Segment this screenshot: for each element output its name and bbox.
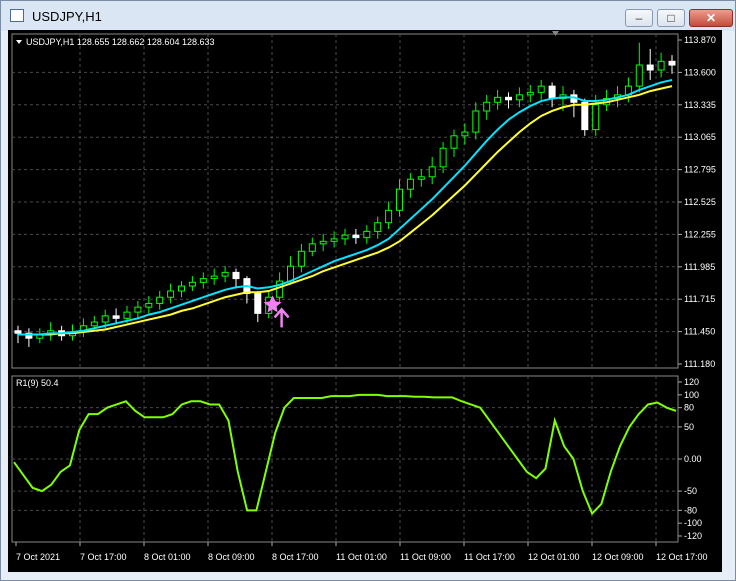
price-tick-label: 113.335	[684, 100, 716, 110]
time-tick-label: 8 Oct 09:00	[208, 552, 255, 562]
candle-body	[548, 85, 556, 100]
time-tick-label: 11 Oct 09:00	[400, 552, 451, 562]
minimize-button[interactable]: –	[625, 9, 653, 27]
price-tick-label: 111.180	[684, 359, 715, 369]
candle-body	[537, 85, 545, 93]
candle-body	[123, 311, 131, 319]
price-tick-label: 112.795	[684, 165, 716, 175]
candle-body	[178, 285, 185, 292]
price-tick-label: 111.985	[684, 262, 715, 272]
time-tick-label: 11 Oct 17:00	[464, 552, 515, 562]
price-chart[interactable]: 113.870 113.600 113.335 113.065 112.795 112.5…	[8, 30, 722, 572]
time-tick-label: 8 Oct 17:00	[272, 552, 319, 562]
price-tick-label: 111.450	[684, 327, 715, 337]
indicator-tick-label: -120	[684, 531, 702, 541]
candle-body	[254, 293, 262, 314]
candle-body	[101, 315, 109, 323]
candle-body	[428, 166, 436, 178]
price-tick-label: 113.065	[684, 132, 716, 142]
maximize-icon: □	[667, 11, 675, 25]
time-tick-label: 12 Oct 17:00	[656, 552, 708, 562]
candle-body	[668, 60, 676, 66]
candle-body	[657, 60, 665, 71]
candle-body	[483, 101, 491, 112]
candle-body	[635, 64, 643, 87]
minimize-icon: –	[635, 11, 643, 25]
candle-body	[156, 296, 164, 304]
window-title: USDJPY,H1	[32, 9, 102, 24]
candle-body	[385, 209, 393, 224]
candle-body	[145, 302, 153, 308]
title-bar[interactable]: USDJPY,H1 – □ ✕	[1, 1, 735, 31]
candle-body	[396, 188, 403, 211]
price-tick-label: 112.525	[684, 197, 716, 207]
indicator-panel-header: R1(9) 50.4	[16, 378, 59, 388]
candle-body	[646, 64, 654, 71]
time-tick-label: 12 Oct 01:00	[528, 552, 580, 562]
indicator-tick-label: 80	[684, 403, 694, 413]
price-panel-header: USDJPY,H1 128.655 128.662 128.604 128.63…	[26, 37, 215, 47]
candle-body	[297, 250, 305, 267]
candle-body	[308, 243, 316, 252]
chart-window-icon	[10, 9, 24, 22]
candle-body	[221, 271, 229, 277]
candle-body	[515, 94, 523, 101]
indicator-tick-label: 0.00	[684, 454, 702, 464]
time-tick-label: 8 Oct 01:00	[144, 552, 191, 562]
candle-body	[406, 178, 414, 190]
candle-body	[134, 306, 142, 313]
candle-body	[526, 91, 534, 96]
candle-body	[505, 96, 512, 101]
indicator-tick-label: 50	[684, 422, 694, 432]
candle-body	[374, 222, 382, 232]
price-tick-label: 113.600	[684, 67, 716, 77]
candle-body	[472, 110, 480, 133]
indicator-tick-label: -50	[684, 486, 697, 496]
chart-area[interactable]: 113.870 113.600 113.335 113.065 112.795 112.5…	[8, 30, 722, 572]
time-tick-label: 7 Oct 17:00	[80, 552, 127, 562]
indicator-line	[13, 393, 677, 516]
candle-body	[352, 234, 360, 239]
candle-body	[341, 234, 349, 240]
indicator-tick-label: 100	[684, 390, 699, 400]
time-tick-label: 12 Oct 09:00	[592, 552, 644, 562]
indicator-tick-label: -80	[684, 505, 697, 515]
price-tick-label: 111.715	[684, 294, 715, 304]
slow-ma-line	[18, 85, 673, 336]
buy-arrow-icon[interactable]	[273, 307, 290, 328]
price-tick-label: 112.255	[684, 229, 716, 239]
candle-body	[363, 230, 371, 239]
candle-body	[319, 240, 327, 245]
candle-body	[439, 147, 447, 168]
close-icon: ✕	[705, 11, 717, 25]
time-tick-label: 11 Oct 01:00	[336, 552, 387, 562]
candle-body	[232, 271, 240, 280]
price-panel-frame	[11, 33, 679, 369]
candle-body	[14, 330, 22, 334]
candle-body	[287, 265, 294, 282]
indicator-tick-label: 120	[684, 377, 699, 387]
candle-body	[330, 238, 338, 242]
price-tick-label: 113.870	[684, 35, 716, 45]
candle-body	[494, 96, 502, 103]
candle-body	[417, 176, 425, 180]
candle-body	[90, 321, 98, 327]
candle-body	[450, 135, 458, 149]
maximize-button[interactable]: □	[657, 9, 685, 27]
close-button[interactable]: ✕	[689, 9, 733, 27]
candle-body	[112, 315, 120, 319]
candle-body	[199, 278, 207, 283]
symbol-dropdown-icon[interactable]	[16, 40, 22, 44]
fast-ma-line	[18, 78, 673, 336]
time-tick-label: 7 Oct 2021	[16, 552, 60, 562]
candle-body	[581, 101, 589, 131]
candle-body	[592, 104, 600, 131]
candle-body	[167, 290, 175, 298]
indicator-tick-label: -100	[684, 518, 702, 528]
candle-body	[461, 131, 469, 137]
candle-body	[210, 275, 218, 280]
candle-body	[188, 281, 196, 287]
